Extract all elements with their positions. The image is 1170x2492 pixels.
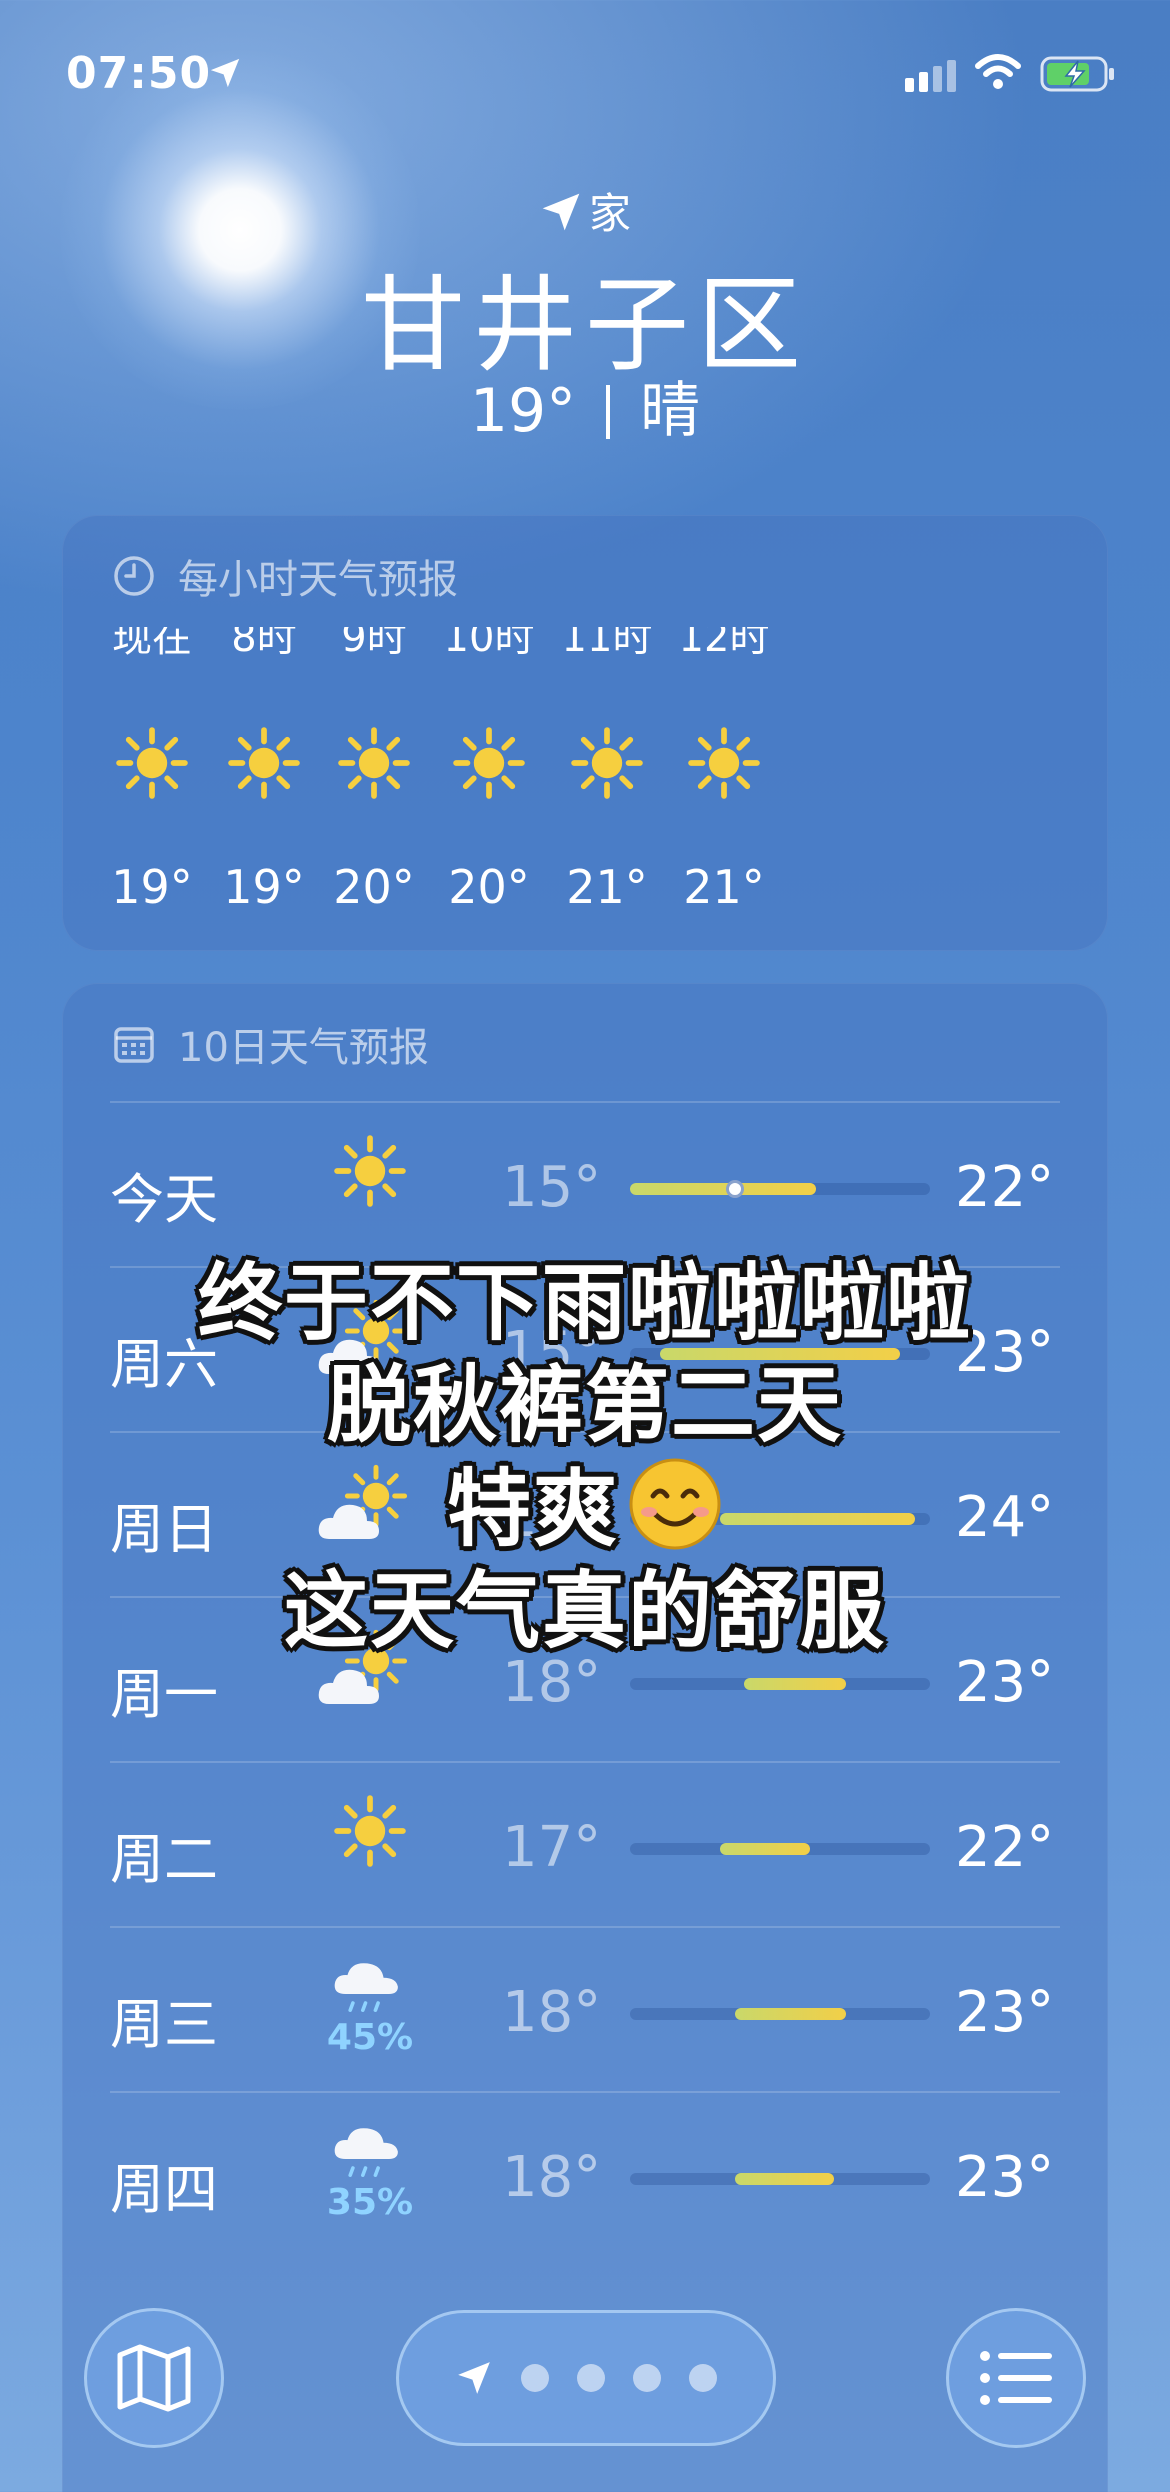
current-temp: 19° — [469, 376, 577, 446]
map-button[interactable] — [84, 2308, 224, 2448]
map-icon — [117, 2344, 191, 2412]
list-icon — [980, 2351, 1052, 2405]
low-temp: 17° — [502, 1815, 602, 1880]
location-arrow-icon — [542, 193, 580, 231]
hourly-title: 每小时天气预报 — [178, 557, 458, 603]
caption-line-2: 脱秋裤第二天 — [326, 1356, 843, 1454]
overlay-caption: 终于不下雨啦啦啦啦 脱秋裤第二天 特爽 这天气真的舒服 — [0, 1252, 1170, 1662]
temp-range-track — [630, 2008, 930, 2020]
caption-line-3: 特爽 — [0, 1456, 1170, 1560]
location-home-row: 家 — [0, 180, 1170, 241]
low-temp: 18° — [502, 1980, 602, 2045]
temp-range-fill — [735, 2008, 846, 2020]
day-name: 周二 — [110, 1828, 218, 1891]
ten-day-title: 10日天气预报 — [178, 1025, 429, 1071]
rain-icon: 35% — [310, 2123, 430, 2223]
sun-icon — [654, 725, 794, 805]
day-row[interactable]: 周三 45% 18° 23° — [110, 1926, 1060, 2091]
temp-range-track — [630, 1180, 930, 1198]
temp-range-fill — [744, 1678, 846, 1690]
page-dot[interactable] — [577, 2364, 605, 2392]
temp-range-fill — [630, 1183, 816, 1195]
day-name: 周三 — [110, 1993, 218, 2056]
ten-day-forecast-card[interactable]: 10日天气预报 今天 15° 22° 周六 15° 23° 周日 18° 24° 周一… — [62, 983, 1108, 2492]
status-time: 07:50 — [66, 48, 212, 99]
low-temp: 18° — [502, 2145, 602, 2210]
precip-chance: 45% — [326, 2017, 414, 2058]
battery-charging-icon — [1040, 56, 1114, 92]
ten-day-header: 10日天气预报 — [112, 1015, 429, 1073]
current-temp-dot — [726, 1180, 744, 1198]
temp-range-fill — [720, 1843, 810, 1855]
high-temp: 23° — [955, 2145, 1055, 2210]
smiling-face-emoji-icon — [629, 1458, 721, 1550]
caption-line-3-text: 特爽 — [446, 1460, 619, 1558]
home-label: 家 — [588, 189, 631, 238]
hourly-forecast-header: 每小时天气预报 — [112, 547, 458, 605]
high-temp: 23° — [955, 1980, 1055, 2045]
rain-icon: 45% — [310, 1958, 430, 2058]
page-indicator[interactable] — [396, 2310, 776, 2446]
current-condition: 晴 — [640, 376, 701, 446]
city-list-button[interactable] — [946, 2308, 1086, 2448]
day-row[interactable]: 今天 15° 22° — [110, 1101, 1060, 1266]
temp-range-fill — [735, 2173, 834, 2185]
day-name: 今天 — [110, 1168, 218, 1231]
temp-range-track — [630, 1843, 930, 1855]
temp-range-track — [630, 2173, 930, 2185]
hour-label: 12时 — [678, 627, 770, 661]
signal-icon — [905, 60, 956, 92]
clock-icon — [114, 556, 154, 596]
temp-range-track — [630, 1678, 930, 1690]
hourly-forecast-card[interactable]: 每小时天气预报 现在 19° 8时 19° 9时 20° 10时 20° 11时 21°… — [62, 515, 1108, 951]
location-arrow-icon — [210, 58, 240, 88]
current-location-icon — [458, 2362, 490, 2394]
divider — [606, 385, 611, 439]
day-row[interactable]: 周四 35% 18° 23° — [110, 2091, 1060, 2256]
hourly-scroll[interactable]: 现在 19° 8时 19° 9时 20° 10时 20° 11时 21° 12时 21° — [62, 627, 1108, 927]
calendar-icon — [114, 1027, 154, 1063]
status-bar: 07:50 — [0, 0, 1170, 150]
day-name: 周四 — [110, 2158, 218, 2221]
high-temp: 22° — [955, 1815, 1055, 1880]
current-conditions: 19° 晴 — [0, 362, 1170, 449]
sun-icon — [310, 1133, 430, 1233]
caption-line-4: 这天气真的舒服 — [283, 1562, 886, 1660]
page-dot[interactable] — [689, 2364, 717, 2392]
hour-temp: 21° — [683, 860, 765, 914]
caption-line-1: 终于不下雨啦啦啦啦 — [197, 1254, 972, 1352]
day-row[interactable]: 周二 17° 22° — [110, 1761, 1060, 1926]
page-dot[interactable] — [633, 2364, 661, 2392]
sun-icon — [310, 1793, 430, 1893]
wifi-icon — [975, 54, 1021, 89]
high-temp: 22° — [955, 1155, 1055, 1220]
low-temp: 15° — [502, 1155, 602, 1220]
precip-chance: 35% — [326, 2182, 414, 2223]
page-dot[interactable] — [521, 2364, 549, 2392]
